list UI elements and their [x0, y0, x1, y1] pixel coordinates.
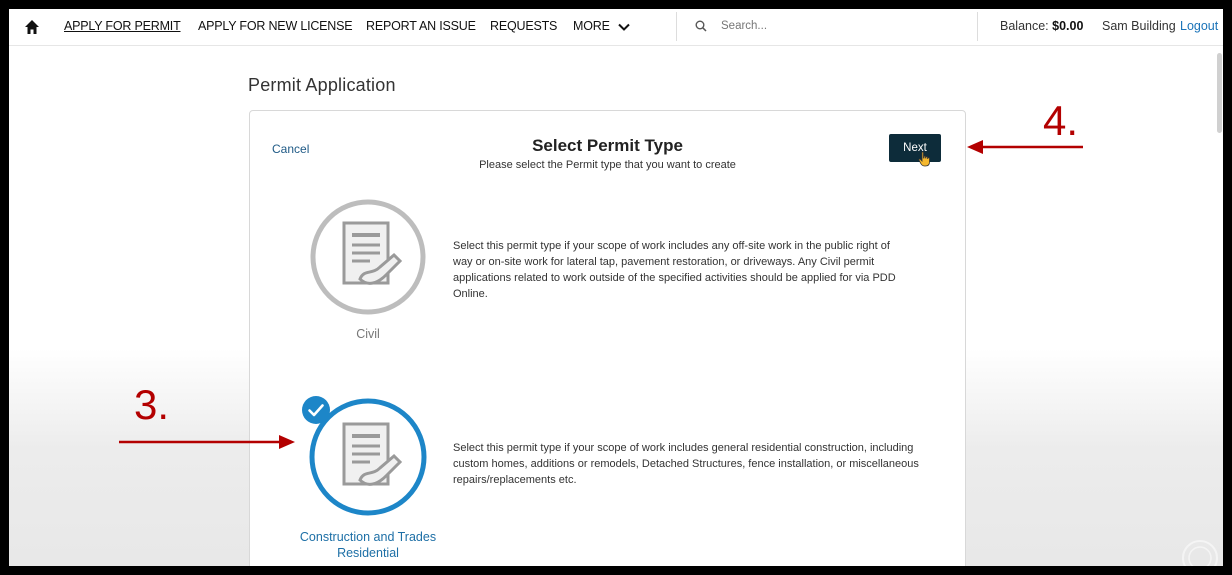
seal-watermark-icon	[1182, 540, 1218, 566]
search-box[interactable]: Search...	[676, 12, 978, 41]
card-title: Select Permit Type	[532, 136, 683, 155]
logout-link[interactable]: Logout	[1180, 19, 1218, 33]
balance-value: $0.00	[1052, 19, 1084, 33]
nav-more[interactable]: MORE	[573, 19, 610, 33]
hand-cursor-icon	[918, 151, 930, 167]
annotation-step-3: 3.	[134, 381, 170, 428]
search-input[interactable]: Search...	[721, 20, 767, 32]
permit-type-card: Cancel Select Permit Type Please select …	[249, 110, 966, 566]
civil-permit-icon[interactable]	[308, 197, 428, 317]
civil-description: Select this permit type if your scope of…	[453, 240, 896, 300]
civil-label[interactable]: Civil	[308, 327, 428, 341]
chevron-down-icon[interactable]	[618, 23, 630, 32]
scrollbar-thumb[interactable]	[1217, 53, 1222, 133]
browser-viewport: APPLY FOR PERMIT APPLY FOR NEW LICENSE R…	[9, 9, 1223, 566]
user-name[interactable]: Sam Building	[1102, 19, 1176, 33]
nav-requests[interactable]: REQUESTS	[490, 19, 557, 33]
nav-apply-for-permit[interactable]: APPLY FOR PERMIT	[64, 19, 181, 33]
top-nav: APPLY FOR PERMIT APPLY FOR NEW LICENSE R…	[9, 9, 1223, 46]
construction-residential-label[interactable]: Construction and Trades Residential	[270, 529, 466, 561]
annotation-arrow-right-icon	[119, 435, 295, 449]
balance: Balance: $0.00	[1000, 19, 1084, 33]
nav-apply-for-new-license[interactable]: APPLY FOR NEW LICENSE	[198, 19, 353, 33]
home-icon[interactable]	[24, 19, 40, 35]
nav-report-an-issue[interactable]: REPORT AN ISSUE	[366, 19, 476, 33]
search-icon	[695, 20, 707, 32]
next-button[interactable]: Next	[889, 134, 941, 162]
page-title: Permit Application	[248, 75, 396, 95]
annotation-arrow-left-icon	[967, 140, 1083, 154]
card-subtitle: Please select the Permit type that you w…	[479, 159, 736, 171]
checkmark-icon	[302, 396, 330, 424]
construction-residential-description: Select this permit type if your scope of…	[453, 442, 919, 486]
